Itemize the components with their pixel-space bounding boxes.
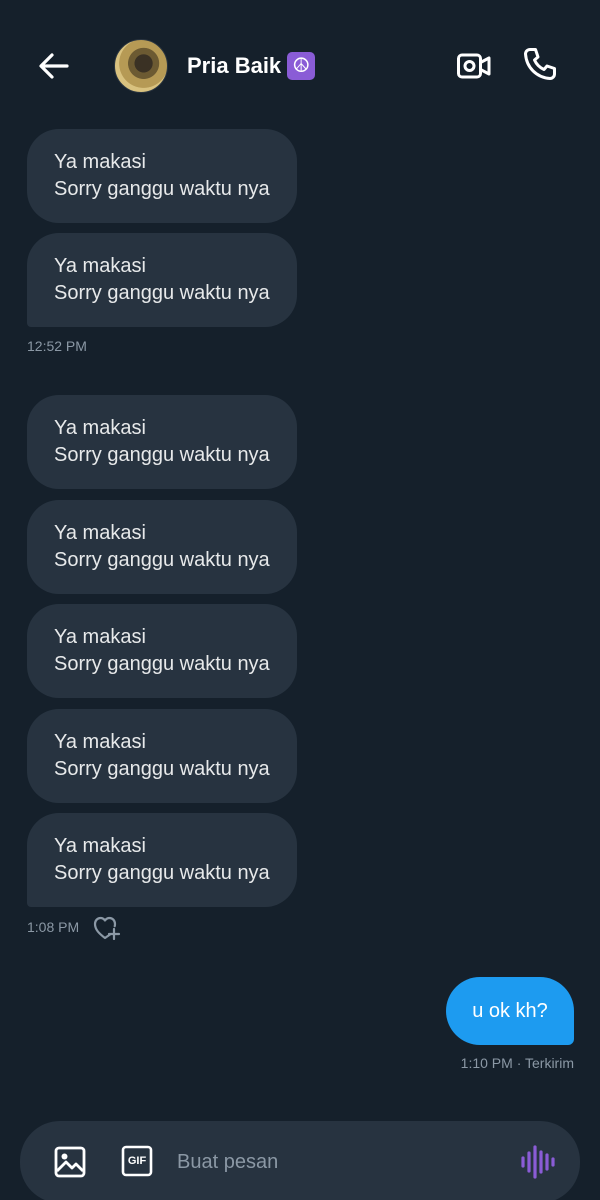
received-message[interactable]: Ya makasi Sorry ganggu waktu nya: [27, 709, 297, 803]
message-line: Sorry ganggu waktu nya: [54, 282, 270, 304]
chat-header: Pria Baik ☮: [0, 0, 600, 118]
avatar[interactable]: [114, 39, 168, 93]
message-line: Ya makasi: [54, 626, 146, 648]
message-line: Sorry ganggu waktu nya: [54, 178, 270, 200]
voice-waveform-icon: [521, 1145, 555, 1179]
voice-call-button[interactable]: [522, 46, 558, 82]
back-button[interactable]: [36, 48, 72, 84]
video-call-button[interactable]: [456, 48, 492, 84]
add-photo-button[interactable]: [52, 1144, 88, 1180]
add-reaction-button[interactable]: [93, 914, 121, 941]
gif-button[interactable]: GIF: [120, 1144, 154, 1178]
arrow-left-icon: [39, 53, 69, 79]
video-call-icon: [457, 53, 491, 79]
message-line: Ya makasi: [54, 255, 146, 277]
message-line: Sorry ganggu waktu nya: [54, 653, 270, 675]
image-icon: [54, 1146, 86, 1178]
message-line: Ya makasi: [54, 731, 146, 753]
peace-emoji: ☮: [287, 52, 316, 80]
received-message[interactable]: Ya makasi Sorry ganggu waktu nya: [27, 500, 297, 594]
received-message[interactable]: Ya makasi Sorry ganggu waktu nya: [27, 813, 297, 907]
message-line: Ya makasi: [54, 151, 146, 173]
message-line: Ya makasi: [54, 835, 146, 857]
sent-status: 1:10 PM · Terkirim: [460, 1055, 574, 1071]
received-message[interactable]: Ya makasi Sorry ganggu waktu nya: [27, 604, 297, 698]
message-input[interactable]: [177, 1146, 477, 1178]
message-line: Ya makasi: [54, 522, 146, 544]
message-line: Sorry ganggu waktu nya: [54, 444, 270, 466]
gif-label: GIF: [127, 1155, 147, 1167]
message-timestamp: 1:08 PM: [27, 919, 80, 935]
received-message[interactable]: Ya makasi Sorry ganggu waktu nya: [27, 395, 297, 489]
message-line: Ya makasi: [54, 417, 146, 439]
received-message[interactable]: Ya makasi Sorry ganggu waktu nya: [27, 233, 297, 327]
heart-plus-icon: [93, 916, 121, 941]
received-message[interactable]: Ya makasi Sorry ganggu waktu nya: [27, 129, 297, 223]
contact-name[interactable]: Pria Baik ☮: [187, 52, 316, 80]
contact-name-text: Pria Baik: [187, 53, 282, 78]
message-line: Sorry ganggu waktu nya: [54, 549, 270, 571]
message-line: Sorry ganggu waktu nya: [54, 862, 270, 884]
message-line: Sorry ganggu waktu nya: [54, 758, 270, 780]
sent-message[interactable]: u ok kh?: [446, 977, 574, 1045]
voice-message-button[interactable]: [518, 1144, 558, 1180]
message-timestamp: 12:52 PM: [27, 338, 87, 354]
phone-icon: [524, 48, 556, 80]
